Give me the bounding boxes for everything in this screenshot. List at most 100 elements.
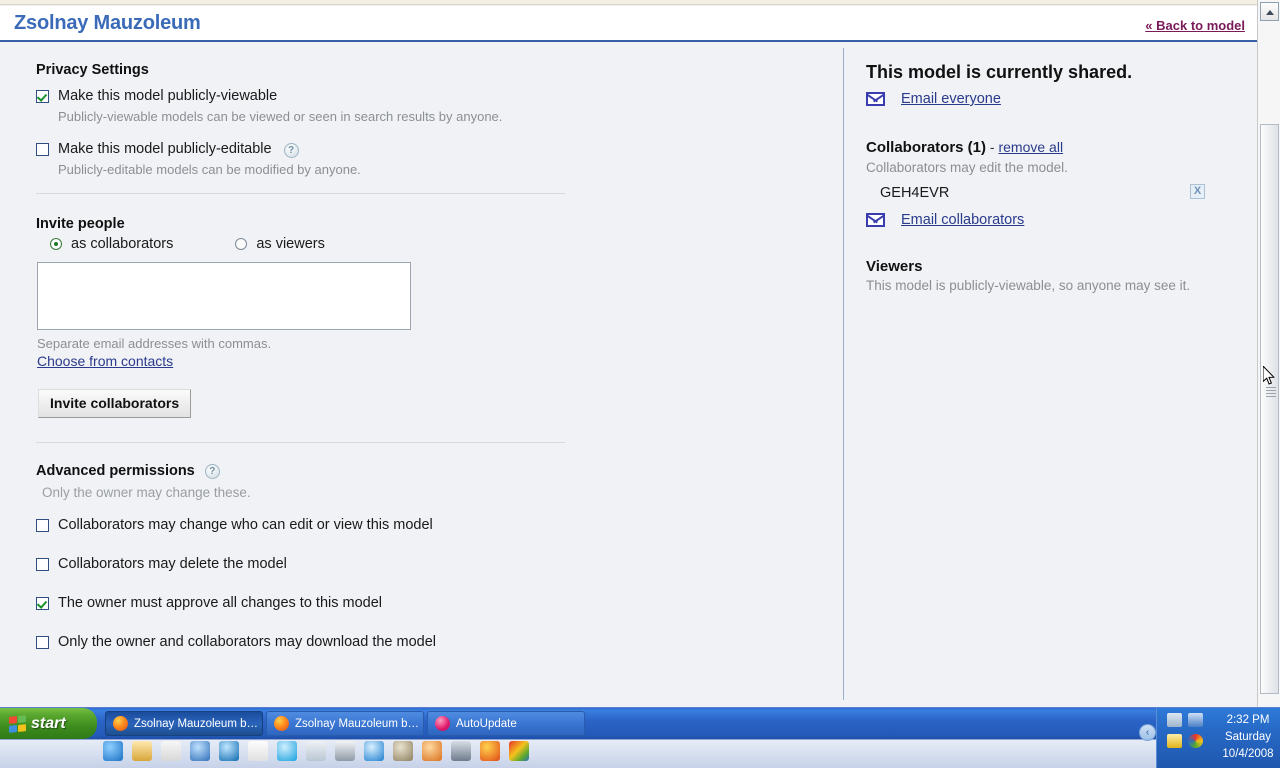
advanced-option-download-restrict[interactable]: Only the owner and collaborators may dow… (36, 633, 576, 652)
skype-icon[interactable] (277, 741, 297, 761)
settings-column: Privacy Settings Make this model publicl… (36, 62, 576, 654)
browser-page: Zsolnay Mauzoleum « Back to model Privac… (0, 0, 1280, 707)
invite-hint: Separate email addresses with commas. (37, 336, 272, 351)
tray-icon-group (1167, 713, 1217, 755)
viewers-heading: Viewers (866, 258, 923, 275)
viewers-note: This model is publicly-viewable, so anyo… (866, 278, 1191, 293)
tray-expand-icon[interactable]: ‹ (1139, 724, 1156, 741)
help-icon-advanced-permissions[interactable]: ? (204, 463, 220, 479)
page-header: Zsolnay Mauzoleum « Back to model (0, 6, 1257, 42)
advanced-option-change-access[interactable]: Collaborators may change who can edit or… (36, 516, 576, 535)
envelope-icon (866, 92, 885, 106)
checkbox-publicly-viewable-label: Make this model publicly-viewable (58, 88, 278, 104)
taskbar-button-3[interactable]: AutoUpdate (427, 711, 585, 736)
email-collaborators-row[interactable]: Email collaborators (866, 212, 1246, 228)
collaborators-dash: - (986, 139, 999, 155)
vertical-scrollbar[interactable] (1257, 0, 1280, 707)
sharing-column: This model is currently shared. Email ev… (866, 62, 1246, 303)
advanced-permissions-title: Advanced permissions (36, 463, 195, 479)
start-button[interactable]: start (0, 708, 97, 739)
firefox-icon (113, 716, 128, 731)
taskbar-button-1[interactable]: Zsolnay Mauzoleum b… (105, 711, 263, 736)
network-icon[interactable] (1167, 713, 1182, 727)
checkbox-restrict-download-label: Only the owner and collaborators may dow… (58, 634, 437, 650)
invite-emails-textarea[interactable] (37, 262, 411, 330)
scrollbar-thumb[interactable] (1260, 124, 1279, 694)
checkbox-publicly-editable-label: Make this model publicly-editable (58, 141, 272, 157)
quick-launch-bar (103, 741, 529, 761)
messenger-icon[interactable] (190, 741, 210, 761)
advanced-permissions-header: Advanced permissions ? (36, 463, 576, 479)
taskbar-button-3-label: AutoUpdate (456, 717, 517, 730)
checkbox-owner-must-approve[interactable] (36, 597, 49, 610)
page-title: Zsolnay Mauzoleum (14, 12, 201, 34)
notepad-pencil-icon[interactable] (161, 741, 181, 761)
display-icon[interactable] (1188, 713, 1204, 727)
screen: Zsolnay Mauzoleum « Back to model Privac… (0, 0, 1280, 768)
help-icon-publicly-editable[interactable]: ? (283, 143, 299, 158)
paint-brush-icon[interactable] (248, 741, 268, 761)
invite-role-radio-group: as collaborators as viewers (50, 236, 576, 252)
invite-collaborators-button[interactable]: Invite collaborators (38, 389, 192, 418)
list-item: GEH4EVR X (880, 184, 1246, 201)
scroll-up-arrow-icon[interactable] (1260, 2, 1279, 21)
picasa-icon[interactable] (509, 741, 529, 761)
taskbar-button-1-label: Zsolnay Mauzoleum b… (134, 717, 258, 730)
firefox-icon (274, 716, 289, 731)
email-everyone-row[interactable]: Email everyone (866, 91, 1246, 107)
radio-as-viewers[interactable] (235, 238, 248, 250)
taskbar-button-2-label: Zsolnay Mauzoleum b… (295, 717, 419, 730)
publicly-editable-description: Publicly-editable models can be modified… (58, 162, 361, 177)
windows-logo-icon (9, 714, 26, 733)
scrollbar-grip-icon (1266, 387, 1276, 397)
winamp-icon[interactable] (306, 741, 326, 761)
back-to-model-link[interactable]: « Back to model (1145, 18, 1245, 33)
top-strip (0, 0, 1280, 5)
sharing-status-title: This model is currently shared. (866, 62, 1133, 82)
advanced-option-delete-model[interactable]: Collaborators may delete the model (36, 555, 576, 574)
firefox-icon[interactable] (480, 741, 500, 761)
clock[interactable]: 2:32 PM Saturday 10/4/2008 (1219, 712, 1277, 763)
taskbar-button-2[interactable]: Zsolnay Mauzoleum b… (266, 711, 424, 736)
checkbox-collaborators-delete-model[interactable] (36, 558, 49, 571)
media-player-icon[interactable] (364, 741, 384, 761)
privacy-option-publicly-viewable[interactable]: Make this model publicly-viewable (36, 87, 576, 106)
clock-day: Saturday (1224, 731, 1272, 743)
checkbox-publicly-editable[interactable] (36, 143, 49, 156)
collaborators-heading-row: Collaborators (1) - remove all (866, 139, 1246, 157)
collaborators-heading: Collaborators (1) (866, 139, 987, 156)
cookie-icon[interactable] (422, 741, 442, 761)
screen-capture-icon[interactable] (451, 741, 471, 761)
checkbox-restrict-download[interactable] (36, 636, 49, 649)
warning-icon[interactable] (1167, 734, 1182, 748)
folder-icon[interactable] (132, 741, 152, 761)
radio-as-collaborators-label: as collaborators (71, 236, 174, 252)
collaborators-note: Collaborators may edit the model. (866, 160, 1068, 175)
radio-as-collaborators[interactable] (50, 238, 62, 250)
windows-taskbar: start Zsolnay Mauzoleum b… Zsolnay Mauzo… (0, 707, 1280, 768)
advanced-option-owner-approve[interactable]: The owner must approve all changes to th… (36, 594, 576, 613)
clock-time: 2:32 PM (1226, 714, 1270, 726)
email-everyone-link[interactable]: Email everyone (901, 91, 1001, 107)
radio-as-viewers-label: as viewers (256, 236, 325, 252)
autoupdate-icon (435, 716, 450, 731)
system-tray: ‹ 2:32 PM Saturday 10/4/2008 (1139, 708, 1280, 768)
gimp-icon[interactable] (393, 741, 413, 761)
checkbox-collaborators-change-access[interactable] (36, 519, 49, 532)
save-disk-icon[interactable] (335, 741, 355, 761)
internet-explorer-icon[interactable] (103, 741, 123, 761)
collaborator-name: GEH4EVR (880, 185, 950, 201)
remove-collaborator-icon[interactable]: X (1190, 184, 1205, 199)
checkbox-publicly-viewable[interactable] (36, 90, 49, 103)
quicktime-icon[interactable] (219, 741, 239, 761)
column-divider (843, 48, 844, 700)
divider-2 (36, 442, 565, 443)
updater-icon[interactable] (1188, 734, 1204, 748)
remove-all-link[interactable]: remove all (998, 139, 1063, 155)
checkbox-collaborators-delete-model-label: Collaborators may delete the model (58, 556, 287, 572)
privacy-option-publicly-editable[interactable]: Make this model publicly-editable ? (36, 140, 576, 159)
checkbox-owner-must-approve-label: The owner must approve all changes to th… (58, 595, 383, 611)
choose-from-contacts-link[interactable]: Choose from contacts (37, 353, 173, 369)
checkbox-collaborators-change-access-label: Collaborators may change who can edit or… (58, 517, 433, 533)
email-collaborators-link[interactable]: Email collaborators (901, 212, 1024, 228)
